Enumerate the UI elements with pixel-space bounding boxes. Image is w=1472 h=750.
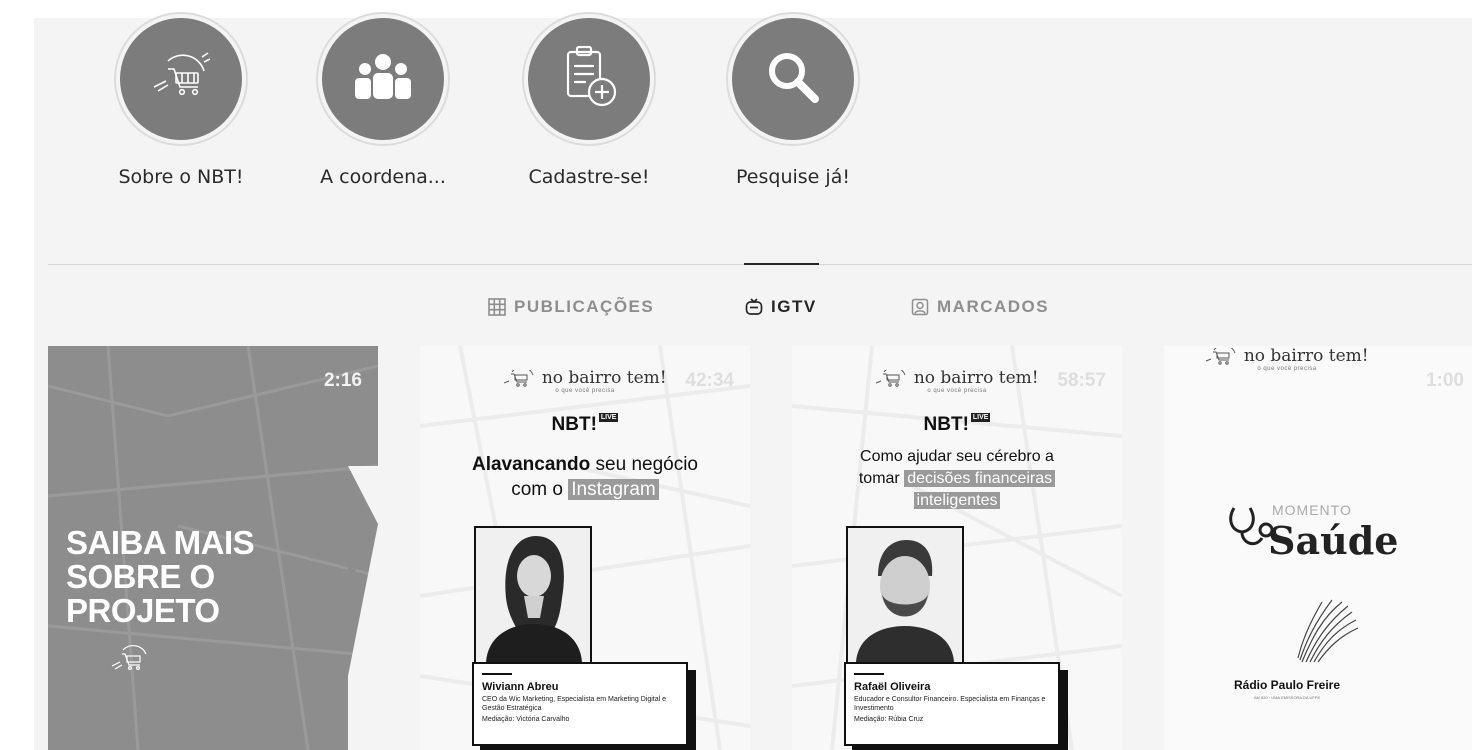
speaker-role: Educador e Consultor Financeiro. Especia… (854, 696, 1046, 712)
igtv-icon (745, 298, 763, 316)
video-duration: 2:16 (323, 370, 362, 391)
highlight-label: Pesquise já! (736, 166, 850, 188)
live-tag: LIVE (598, 413, 619, 422)
live-tag: LIVE (970, 413, 991, 422)
brand-name: no bairro tem! (913, 368, 1039, 388)
headline-line: SOBRE O (66, 558, 215, 595)
brand-tagline: o que você precisa (927, 388, 987, 394)
highlight-label: Sobre o NBT! (118, 166, 244, 188)
mediation: Mediação: Rúbia Cruz (854, 716, 924, 723)
speaker-card: Rafaël Oliveira Educador e Consultor Fin… (844, 662, 1060, 746)
tab-label: IGTV (771, 297, 817, 316)
talk-title: Como ajudar seu cérebro a tomar decisões… (792, 446, 1122, 512)
clipboard-add-icon (554, 44, 624, 115)
title-bold: Alavancando (471, 454, 591, 475)
title-highlight: Instagram (568, 479, 659, 500)
cart-icon (146, 47, 216, 112)
tab-igtv[interactable]: IGTV (745, 296, 817, 318)
brand-logo: no bairro tem! o que você precisa (420, 366, 750, 394)
mediation: Mediação: Victória Carvalho (482, 716, 570, 723)
tab-marcados[interactable]: MARCADOS (911, 296, 1049, 318)
card-accent (482, 673, 512, 675)
cart-logo-icon (110, 644, 154, 679)
tab-label: MARCADOS (937, 297, 1050, 316)
cart-logo-icon (875, 366, 913, 387)
title-highlight: inteligentes (913, 492, 1001, 509)
brand-name: no bairro tem! (1243, 346, 1369, 366)
series-name: NBT! (551, 414, 597, 435)
card-accent (854, 673, 884, 675)
brand-logo: no bairro tem! o que você precisa (1164, 346, 1410, 372)
headline-line: PROJETO (66, 592, 220, 629)
highlight-label: Cadastre-se! (528, 166, 650, 188)
speaker-role: CEO da Wic Marketing, Especialista em Ma… (482, 696, 667, 712)
igtv-video-tile[interactable]: 58:57 no bairro tem! o que você precisa … (792, 346, 1122, 750)
tile-headline: SAIBA MAIS SOBRE O PROJETO (66, 524, 255, 629)
highlight-label: A coordena... (320, 166, 446, 188)
tagged-icon (911, 298, 929, 316)
speaker-card: Wiviann Abreu CEO da Wic Marketing, Espe… (472, 662, 688, 746)
speaker-name: Wiviann Abreu (482, 681, 559, 693)
cart-logo-icon (503, 366, 541, 387)
title-prefix: tomar (858, 470, 905, 487)
brand-name: no bairro tem! (541, 368, 667, 388)
video-duration: 1:00 (1425, 370, 1464, 391)
title-highlight: decisões financeiras (904, 470, 1056, 487)
active-tab-indicator (744, 263, 819, 265)
brand-tagline: o que você precisa (1257, 366, 1317, 372)
cart-logo-icon (1205, 346, 1243, 365)
speaker-photo (846, 526, 964, 664)
station-tagline: AM 820 · UMA EMISSORA DA UFPE (1253, 695, 1321, 700)
tab-publicacoes[interactable]: PUBLICAÇÕES (488, 296, 654, 318)
headline-line: SAIBA MAIS (66, 524, 255, 561)
igtv-video-tile[interactable]: 1:00 no bairro tem! o que você precisa M… (1164, 346, 1472, 750)
segment-label-big: Saúde (1268, 518, 1399, 563)
brand-tagline: o que você precisa (555, 388, 615, 394)
speaker-name: Rafaël Oliveira (854, 681, 931, 693)
station-name: Rádio Paulo Freire (1233, 678, 1341, 692)
tab-label: PUBLICAÇÕES (514, 297, 655, 316)
speaker-photo (474, 526, 592, 664)
search-icon (761, 45, 825, 114)
brand-logo: no bairro tem! o que você precisa (792, 366, 1122, 394)
title-line: Como ajudar seu cérebro a (860, 448, 1054, 465)
series-title: NBT! LIVE (420, 413, 750, 436)
radio-logo-icon (1292, 598, 1362, 673)
series-name: NBT! (923, 414, 969, 435)
highlight-cover[interactable] (732, 18, 854, 140)
igtv-video-tile[interactable]: 42:34 no bairro tem! o que você precisa … (420, 346, 750, 750)
highlight-cover[interactable] (528, 18, 650, 140)
grid-icon (488, 298, 506, 316)
highlight-cover[interactable] (120, 18, 242, 140)
segment-label-small: MOMENTO (1272, 502, 1352, 518)
talk-title: Alavancando seu negócio com o Instagram (420, 452, 750, 502)
title-prefix: com o (511, 479, 569, 500)
group-icon (351, 53, 415, 106)
series-title: NBT! LIVE (792, 413, 1122, 436)
title-rest: seu negócio (590, 454, 698, 475)
highlight-cover[interactable] (322, 18, 444, 140)
igtv-video-tile[interactable]: 2:16 SAIBA MAIS SOBRE O PROJETO (48, 346, 378, 750)
